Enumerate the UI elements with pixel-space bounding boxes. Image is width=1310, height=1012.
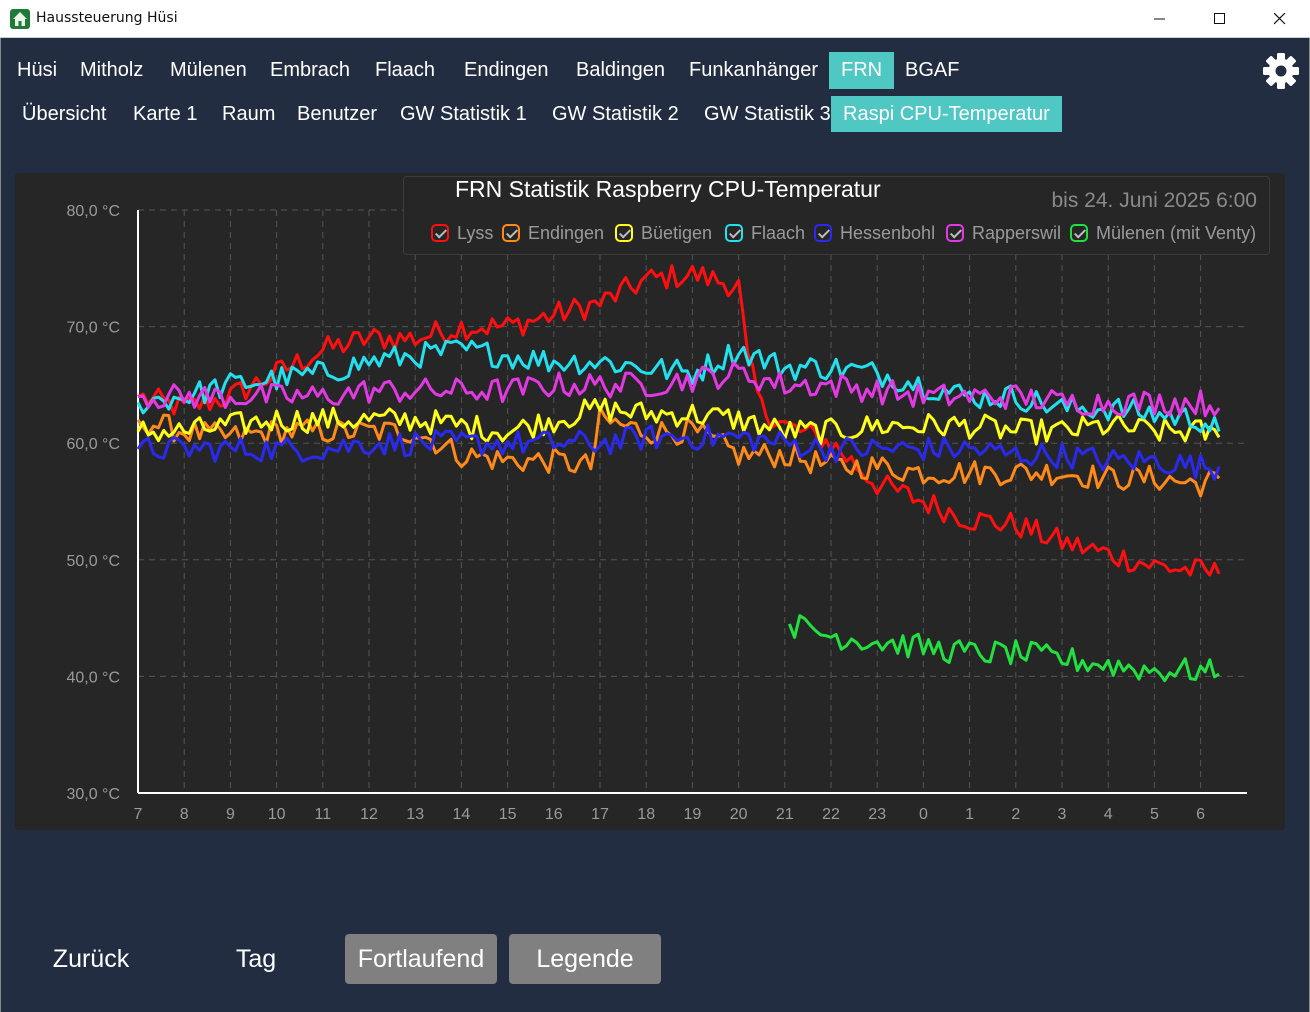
y-tick-label: 60,0 °C: [66, 436, 120, 453]
checkbox-icon[interactable]: [431, 224, 449, 242]
window-border-left: [0, 38, 1, 1012]
tab-huesi[interactable]: Hüsi: [5, 52, 69, 89]
legend-label: Hessenbohl: [840, 222, 936, 243]
legend-item-bueetigen[interactable]: Büetigen: [615, 220, 712, 246]
house-icon: [10, 9, 30, 29]
close-button[interactable]: [1250, 0, 1310, 38]
x-tick-label: 21: [776, 806, 794, 823]
continuous-button[interactable]: Fortlaufend: [345, 934, 497, 984]
tab-mitholz[interactable]: Mitholz: [68, 52, 155, 89]
checkbox-icon[interactable]: [1070, 224, 1088, 242]
x-tick-label: 2: [1011, 806, 1020, 823]
tab-raspi-cpu-temperatur[interactable]: Raspi CPU-Temperatur: [831, 96, 1062, 132]
series-line-2: [136, 397, 1221, 446]
x-tick-label: 22: [822, 806, 840, 823]
x-tick-label: 19: [684, 806, 702, 823]
x-tick-label: 12: [360, 806, 378, 823]
x-tick-label: 8: [180, 806, 189, 823]
tab-karte-1[interactable]: Karte 1: [121, 96, 209, 132]
x-tick-label: 9: [226, 806, 235, 823]
x-tick-label: 1: [965, 806, 974, 823]
legend-item-flaach[interactable]: Flaach: [725, 220, 805, 246]
legend-item-lyss[interactable]: Lyss: [431, 220, 493, 246]
x-tick-label: 23: [868, 806, 886, 823]
x-tick-label: 15: [499, 806, 517, 823]
window-title: Haussteuerung Hüsi: [36, 10, 178, 26]
legend-label: Lyss: [457, 222, 494, 243]
tab-raum[interactable]: Raum: [210, 96, 287, 132]
chart-date: bis 24. Juni 2025 6:00: [1051, 189, 1258, 212]
x-tick-label: 7: [134, 806, 143, 823]
x-tick-label: 16: [545, 806, 563, 823]
x-tick-label: 3: [1058, 806, 1067, 823]
x-tick-label: 10: [268, 806, 286, 823]
checkbox-icon[interactable]: [615, 224, 633, 242]
chart-panel: 30,0 °C 40,0 °C 50,0 °C 60,0 °C 70,0 °C 80,0 …: [15, 173, 1285, 830]
x-tick-label: 18: [637, 806, 655, 823]
tab-bgaf[interactable]: BGAF: [893, 52, 971, 89]
tab-endingen[interactable]: Endingen: [452, 52, 561, 89]
checkbox-icon[interactable]: [946, 224, 964, 242]
tab-gw-statistik-1[interactable]: GW Statistik 1: [388, 96, 539, 132]
checkbox-icon[interactable]: [814, 224, 832, 242]
y-tick-label: 70,0 °C: [66, 320, 120, 337]
minimize-button[interactable]: [1130, 0, 1190, 38]
tab-gw-statistik-3[interactable]: GW Statistik 3: [692, 96, 843, 132]
x-tick-label: 17: [591, 806, 609, 823]
tab-muelenen[interactable]: Mülenen: [158, 52, 259, 89]
legend-item-muelenen-mit-venty[interactable]: Mülenen (mit Venty): [1070, 220, 1256, 246]
close-icon: [1274, 13, 1286, 25]
back-button[interactable]: Zurück: [40, 934, 142, 984]
tab-benutzer[interactable]: Benutzer: [285, 96, 389, 132]
legend-button[interactable]: Legende: [509, 934, 661, 984]
tab-frn[interactable]: FRN: [829, 52, 895, 89]
chart-title: FRN Statistik Raspberry CPU-Temperatur: [455, 176, 881, 202]
legend-label: Mülenen (mit Venty): [1096, 222, 1257, 243]
legend-label: Büetigen: [641, 222, 713, 243]
checkbox-icon[interactable]: [725, 224, 743, 242]
x-tick-label: 14: [453, 806, 471, 823]
x-tick-label: 6: [1196, 806, 1205, 823]
window-titlebar: Haussteuerung Hüsi: [0, 0, 1310, 38]
tab-funkanhaenger[interactable]: Funkanhänger: [677, 52, 830, 89]
temperature-chart: 30,0 °C 40,0 °C 50,0 °C 60,0 °C 70,0 °C 80,0 …: [66, 203, 1247, 823]
legend-item-endingen[interactable]: Endingen: [502, 220, 604, 246]
x-tick-label: 4: [1104, 806, 1113, 823]
day-button[interactable]: Tag: [222, 934, 290, 984]
minimize-icon: [1154, 18, 1165, 20]
series-line-4: [136, 423, 1221, 481]
series-line-6: [788, 614, 1220, 683]
maximize-icon: [1214, 13, 1225, 24]
series-line-5: [137, 361, 1221, 418]
legend-label: Flaach: [751, 222, 806, 243]
x-tick-label: 13: [406, 806, 424, 823]
gear-icon[interactable]: [1260, 50, 1302, 92]
legend-label: Rapperswil: [972, 222, 1062, 243]
legend-item-rapperswil[interactable]: Rapperswil: [946, 220, 1061, 246]
y-tick-label: 80,0 °C: [66, 203, 120, 220]
x-tick-label: 11: [314, 806, 331, 823]
tab-embrach[interactable]: Embrach: [258, 52, 362, 89]
legend-item-hessenbohl[interactable]: Hessenbohl: [814, 220, 935, 246]
tab-baldingen[interactable]: Baldingen: [564, 52, 677, 89]
x-tick-label: 20: [730, 806, 748, 823]
tab-gw-statistik-2[interactable]: GW Statistik 2: [540, 96, 691, 132]
tab-flaach[interactable]: Flaach: [363, 52, 447, 89]
tab-uebersicht[interactable]: Übersicht: [10, 96, 118, 132]
y-tick-label: 50,0 °C: [66, 553, 120, 570]
checkbox-icon[interactable]: [502, 224, 520, 242]
legend-label: Endingen: [528, 222, 605, 243]
maximize-button[interactable]: [1190, 0, 1250, 38]
y-tick-label: 30,0 °C: [66, 786, 120, 803]
y-tick-label: 40,0 °C: [66, 669, 120, 686]
x-tick-label: 5: [1150, 806, 1159, 823]
x-tick-label: 0: [919, 806, 928, 823]
